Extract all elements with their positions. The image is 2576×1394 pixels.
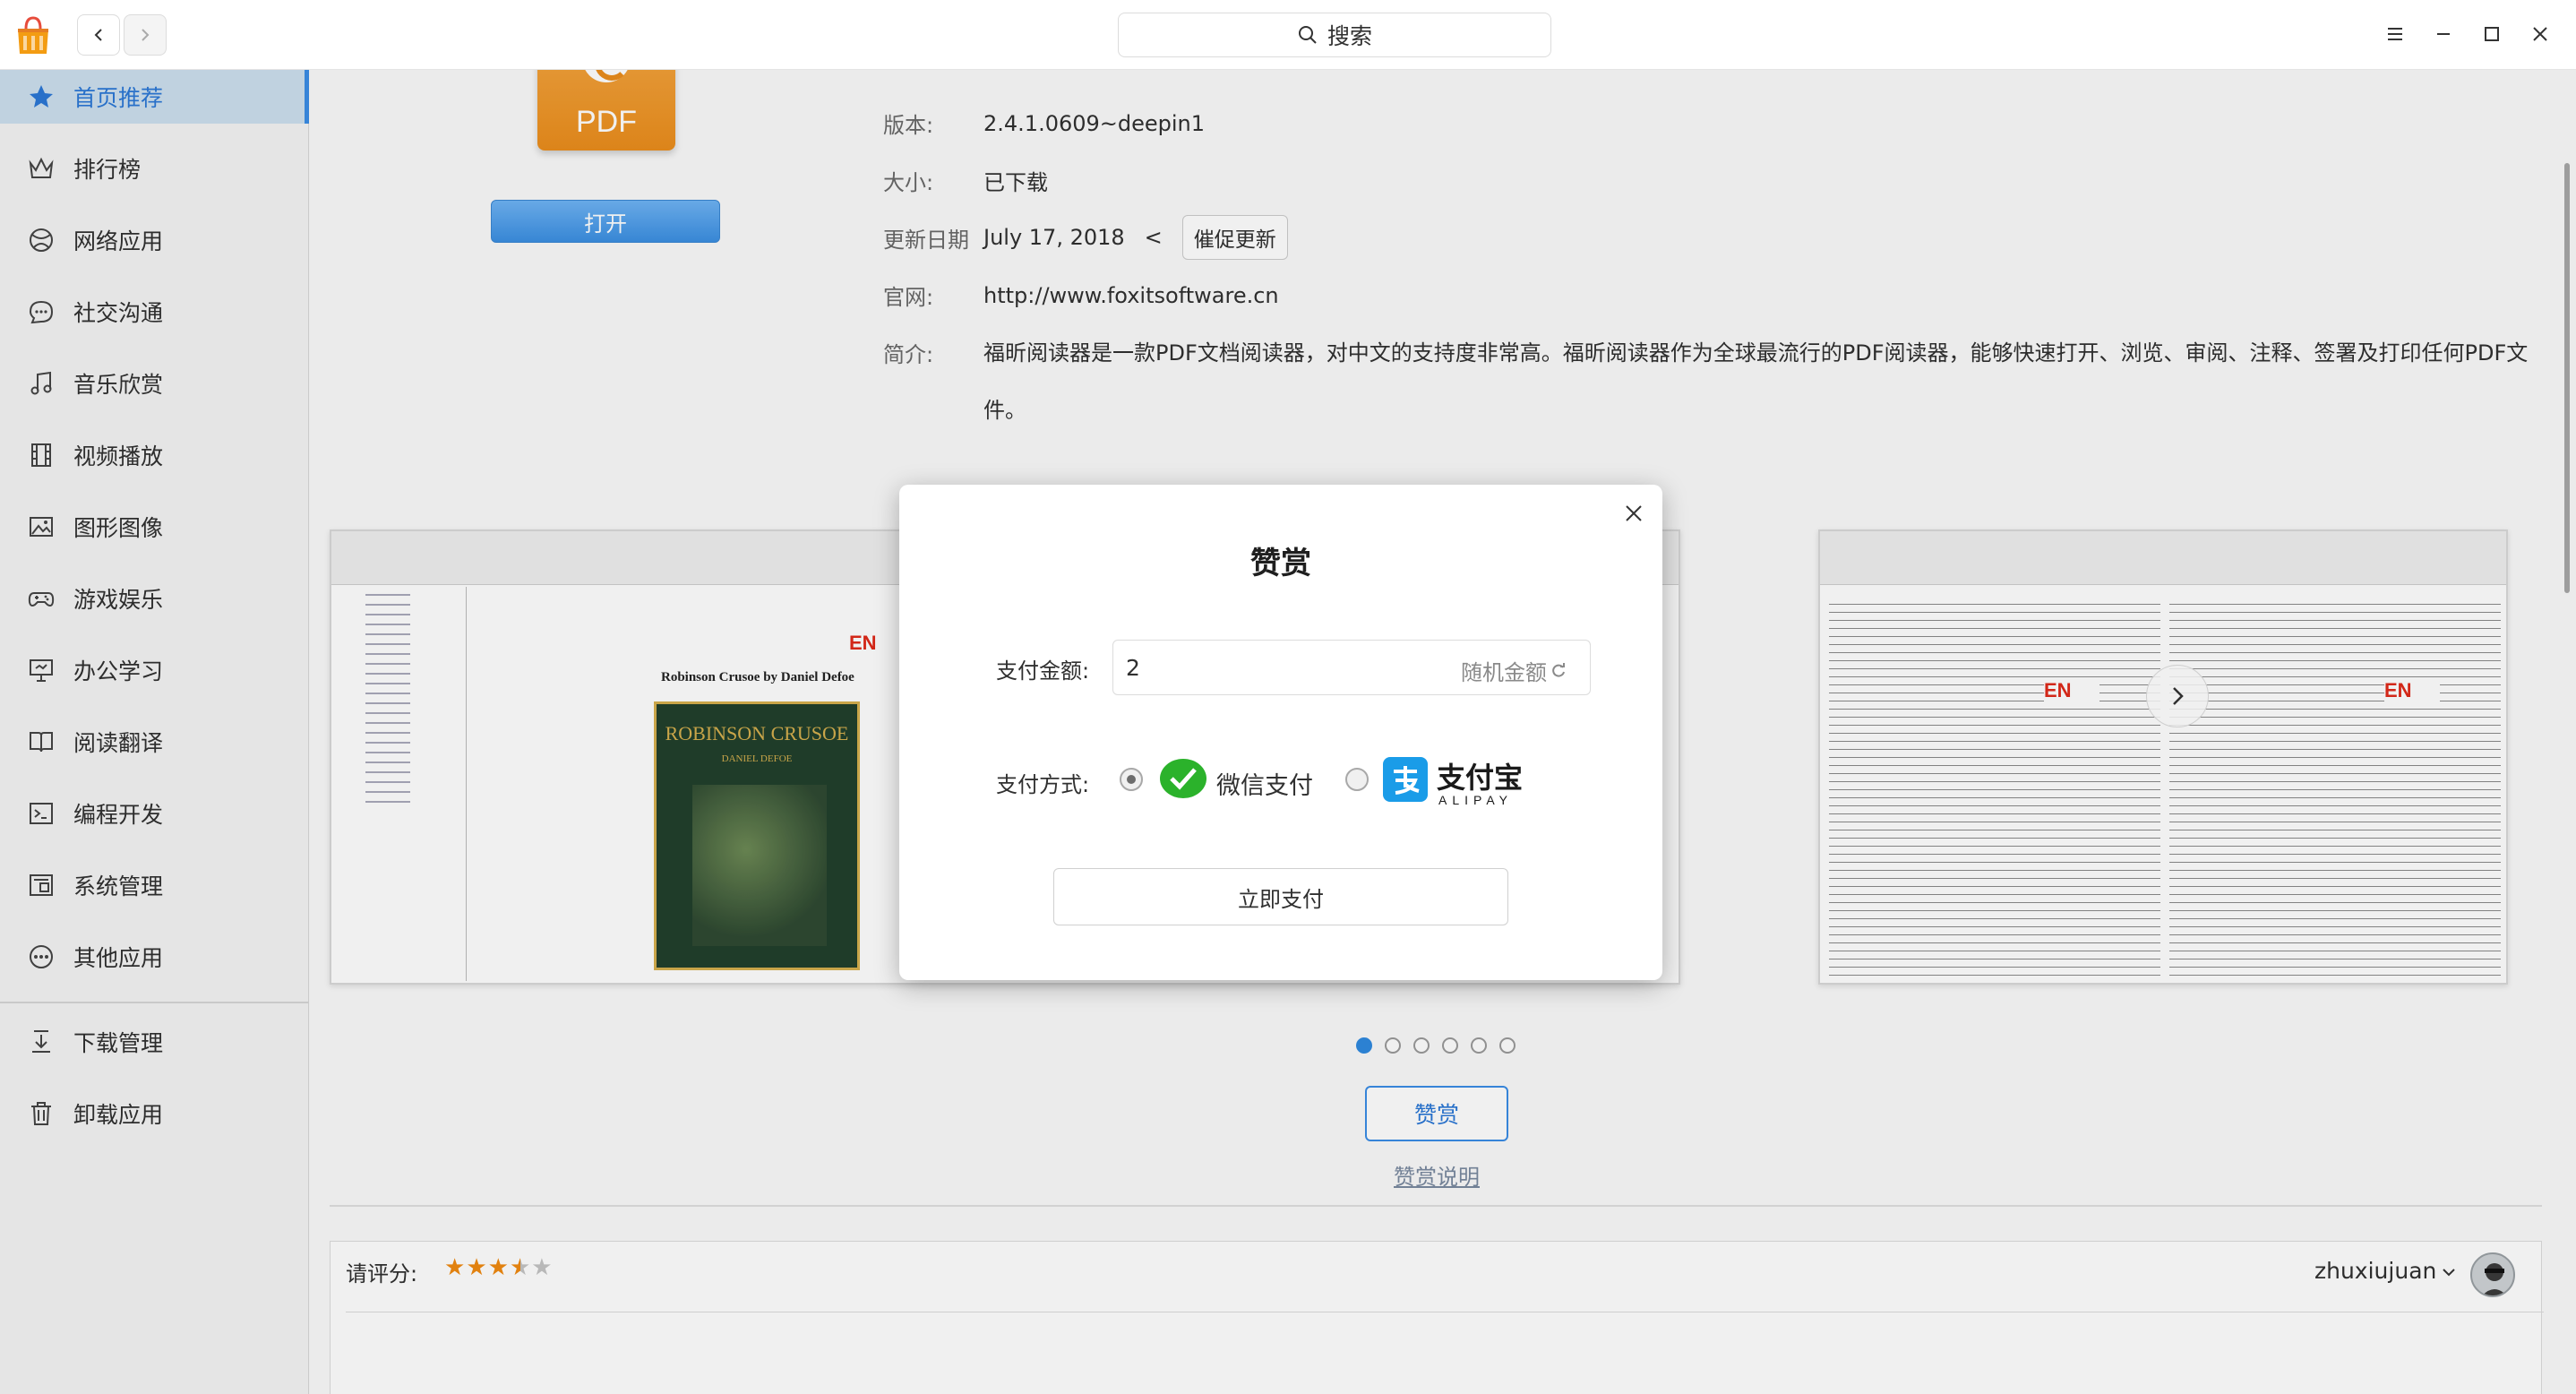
- menu-button[interactable]: [2377, 16, 2413, 52]
- minimize-button[interactable]: [2426, 16, 2461, 52]
- close-icon: [2533, 27, 2547, 41]
- amount-input[interactable]: 2 随机金额: [1112, 640, 1591, 695]
- alipay-icon: [1383, 757, 1428, 802]
- wechat-pay-icon: [1160, 759, 1206, 798]
- reward-dialog: 赞赏 支付金额: 2 随机金额 支付方式: 微信支付 支付宝 ALIPAY 立即…: [899, 485, 1662, 980]
- minimize-icon: [2437, 33, 2450, 35]
- back-button[interactable]: [77, 14, 120, 56]
- random-amount-label: 随机金额: [1461, 660, 1547, 685]
- amount-value: 2: [1126, 655, 1140, 681]
- alipay-sublabel: ALIPAY: [1438, 793, 1513, 807]
- title-bar: 搜索: [0, 0, 2576, 70]
- dialog-close-button[interactable]: [1616, 495, 1652, 531]
- refresh-icon: [1552, 662, 1565, 677]
- wechat-radio[interactable]: [1120, 768, 1143, 791]
- wechat-pay-label[interactable]: 微信支付: [1216, 766, 1313, 801]
- random-amount-button[interactable]: 随机金额: [1461, 655, 1567, 686]
- app-store-logo-icon: [18, 16, 48, 54]
- maximize-button[interactable]: [2474, 16, 2510, 52]
- maximize-icon: [2485, 27, 2499, 41]
- chevron-left-icon: [94, 29, 102, 41]
- close-window-button[interactable]: [2522, 16, 2558, 52]
- dialog-title: 赞赏: [1250, 546, 1311, 581]
- amount-label: 支付金额:: [996, 658, 1090, 684]
- alipay-radio[interactable]: [1345, 768, 1369, 791]
- forward-button[interactable]: [124, 14, 167, 56]
- payment-method-label: 支付方式:: [996, 772, 1090, 797]
- search-icon: [1298, 26, 1317, 44]
- close-icon: [1626, 505, 1642, 521]
- hamburger-menu-icon: [2388, 28, 2402, 40]
- pay-now-button[interactable]: 立即支付: [1053, 868, 1508, 925]
- alipay-label[interactable]: 支付宝: [1437, 755, 1523, 796]
- chevron-right-icon: [142, 29, 150, 41]
- search-placeholder: 搜索: [1327, 23, 1372, 49]
- search-input[interactable]: 搜索: [1118, 13, 1551, 57]
